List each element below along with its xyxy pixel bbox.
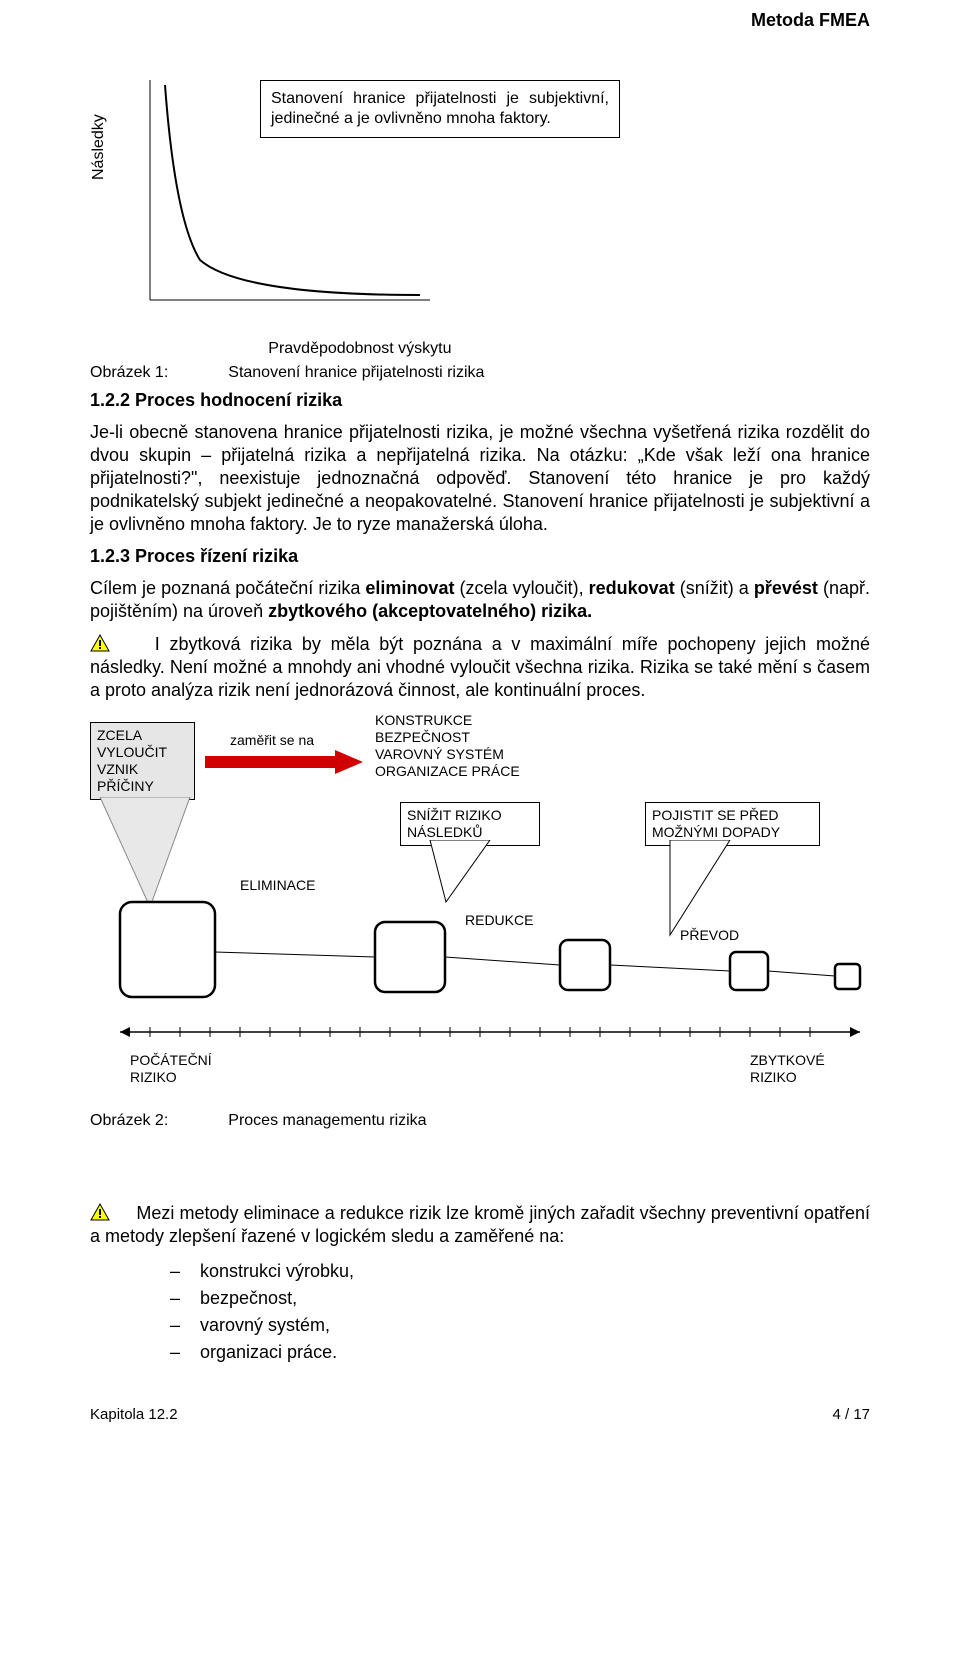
list-item: konstrukci výrobku, (170, 1258, 870, 1285)
t: (zcela vyloučit), (454, 578, 588, 598)
heading-123: 1.2.3 Proces řízení rizika (90, 546, 870, 567)
para-122: Je-li obecně stanovena hranice přijateln… (90, 421, 870, 536)
para-123-1: Cílem je poznaná počáteční rizika elimin… (90, 577, 870, 623)
warn2-text: Mezi metody eliminace a redukce rizik lz… (90, 1203, 870, 1246)
fig2-caption-text: Proces managementu rizika (228, 1112, 426, 1130)
footer-right: 4 / 17 (832, 1406, 870, 1423)
warning-1: I zbytková rizika by měla být poznána a … (90, 633, 870, 702)
page-footer: Kapitola 12.2 4 / 17 (90, 1406, 870, 1423)
figure-1-caption: Obrázek 1: Stanovení hranice přijatelnos… (90, 364, 870, 382)
fig1-caption-text: Stanovení hranice přijatelnosti rizika (228, 364, 484, 382)
warning-icon (90, 634, 110, 652)
chart-note-box: Stanovení hranice přijatelnosti je subje… (260, 80, 620, 138)
figure-2: ZCELA VYLOUČIT VZNIK PŘÍČINY zaměřit se … (90, 712, 870, 1182)
warning-2: Mezi metody eliminace a redukce rizik lz… (90, 1202, 870, 1248)
heading-122: 1.2.2 Proces hodnocení rizika (90, 390, 870, 411)
label-zamerit: zaměřit se na (230, 732, 314, 749)
list-item: varovný systém, (170, 1312, 870, 1339)
warn1-text: I zbytková rizika by měla být poznána a … (90, 634, 870, 700)
footer-left: Kapitola 12.2 (90, 1406, 178, 1423)
label-konstrukce: KONSTRUKCE BEZPEČNOST VAROVNÝ SYSTÉM ORG… (375, 712, 520, 779)
list-item: bezpečnost, (170, 1285, 870, 1312)
arrow-zamerit (205, 750, 365, 780)
figure-1-xlabel-row: Obrázek 1: Pravděpodobnost výskytu (90, 340, 870, 358)
fig2-label: Obrázek 2: (90, 1112, 168, 1130)
process-chain (90, 892, 870, 1052)
list-item: organizaci práce. (170, 1339, 870, 1366)
page-header: Metoda FMEA (751, 10, 870, 31)
figure-1: Následky Stanovení hranice přijatelnosti… (90, 70, 870, 330)
warning-icon (90, 1203, 110, 1221)
t: převést (754, 578, 818, 598)
t: Cílem je poznaná počáteční rizika (90, 578, 365, 598)
bullet-list: konstrukci výrobku, bezpečnost, varovný … (90, 1258, 870, 1366)
box-zcela: ZCELA VYLOUČIT VZNIK PŘÍČINY (90, 722, 195, 799)
t: (snížit) a (675, 578, 754, 598)
t: eliminovat (365, 578, 454, 598)
chart-xlabel: Pravděpodobnost výskytu (228, 340, 451, 358)
label-pocatecni: POČÁTEČNÍ RIZIKO (130, 1052, 212, 1086)
t: redukovat (589, 578, 675, 598)
label-zbytkove: ZBYTKOVÉ RIZIKO (750, 1052, 825, 1086)
chart-ylabel: Následky (90, 114, 108, 180)
t: zbytkového (akceptovatelného) rizika. (268, 601, 592, 621)
fig1-label: Obrázek 1: (90, 364, 168, 382)
